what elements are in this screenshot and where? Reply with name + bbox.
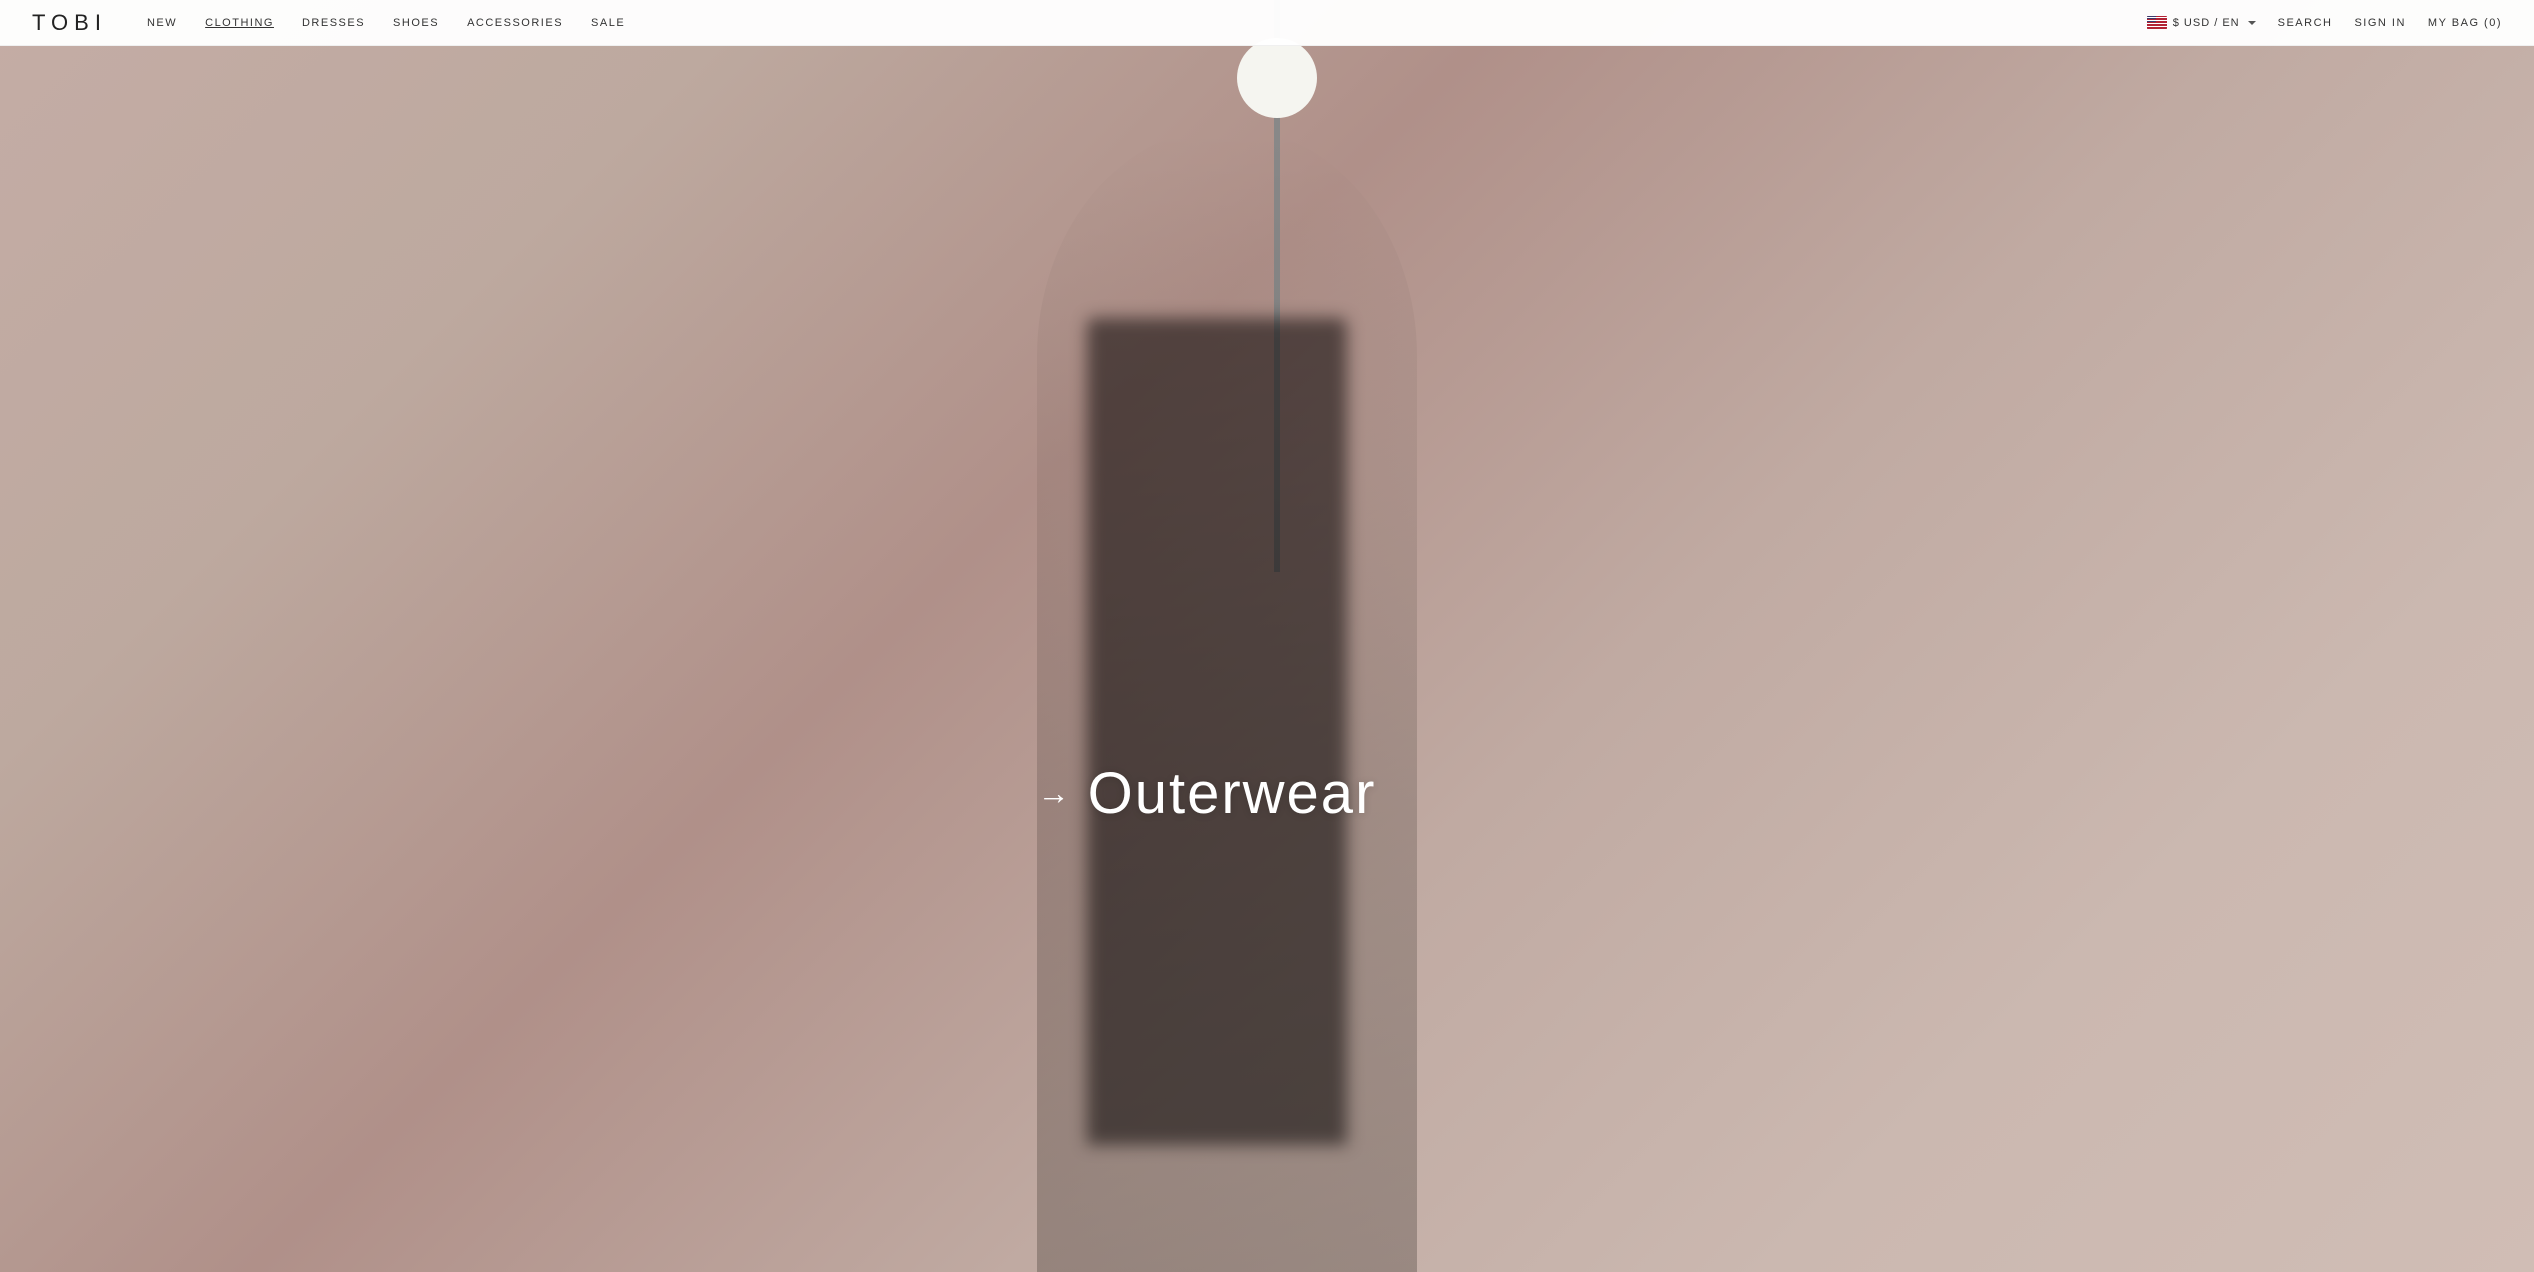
hero-cta[interactable]: → Outerwear <box>1038 760 1377 827</box>
hero-section: → Outerwear <box>0 0 2534 1272</box>
bag-button[interactable]: MY BAG (0) <box>2428 17 2502 29</box>
nav-item-accessories[interactable]: ACCESSORIES <box>467 17 563 29</box>
nav-item-new[interactable]: NEW <box>147 17 177 29</box>
nav-item-dresses[interactable]: DRESSES <box>302 17 365 29</box>
site-logo[interactable]: TOBI <box>32 10 107 36</box>
signin-button[interactable]: SIGN IN <box>2354 17 2405 29</box>
search-button[interactable]: SEARCH <box>2278 17 2333 29</box>
nav-item-sale[interactable]: SALE <box>591 17 625 29</box>
site-header: TOBI NEW CLOTHING DRESSES SHOES ACCESSOR… <box>0 0 2534 46</box>
lamp-head <box>1237 38 1317 118</box>
jacket-overlay <box>1087 318 1347 1145</box>
header-left: TOBI NEW CLOTHING DRESSES SHOES ACCESSOR… <box>32 10 625 36</box>
nav-item-clothing[interactable]: CLOTHING <box>205 17 274 29</box>
flag-icon <box>2147 16 2167 29</box>
currency-selector[interactable]: $ USD / EN <box>2147 16 2256 29</box>
hero-cta-text: Outerwear <box>1088 760 1377 827</box>
main-nav: NEW CLOTHING DRESSES SHOES ACCESSORIES S… <box>147 17 625 29</box>
header-right: $ USD / EN SEARCH SIGN IN MY BAG (0) <box>2147 16 2502 29</box>
currency-label: $ USD / EN <box>2173 17 2240 29</box>
arrow-icon: → <box>1038 777 1070 809</box>
chevron-down-icon <box>2248 21 2256 25</box>
nav-item-shoes[interactable]: SHOES <box>393 17 439 29</box>
